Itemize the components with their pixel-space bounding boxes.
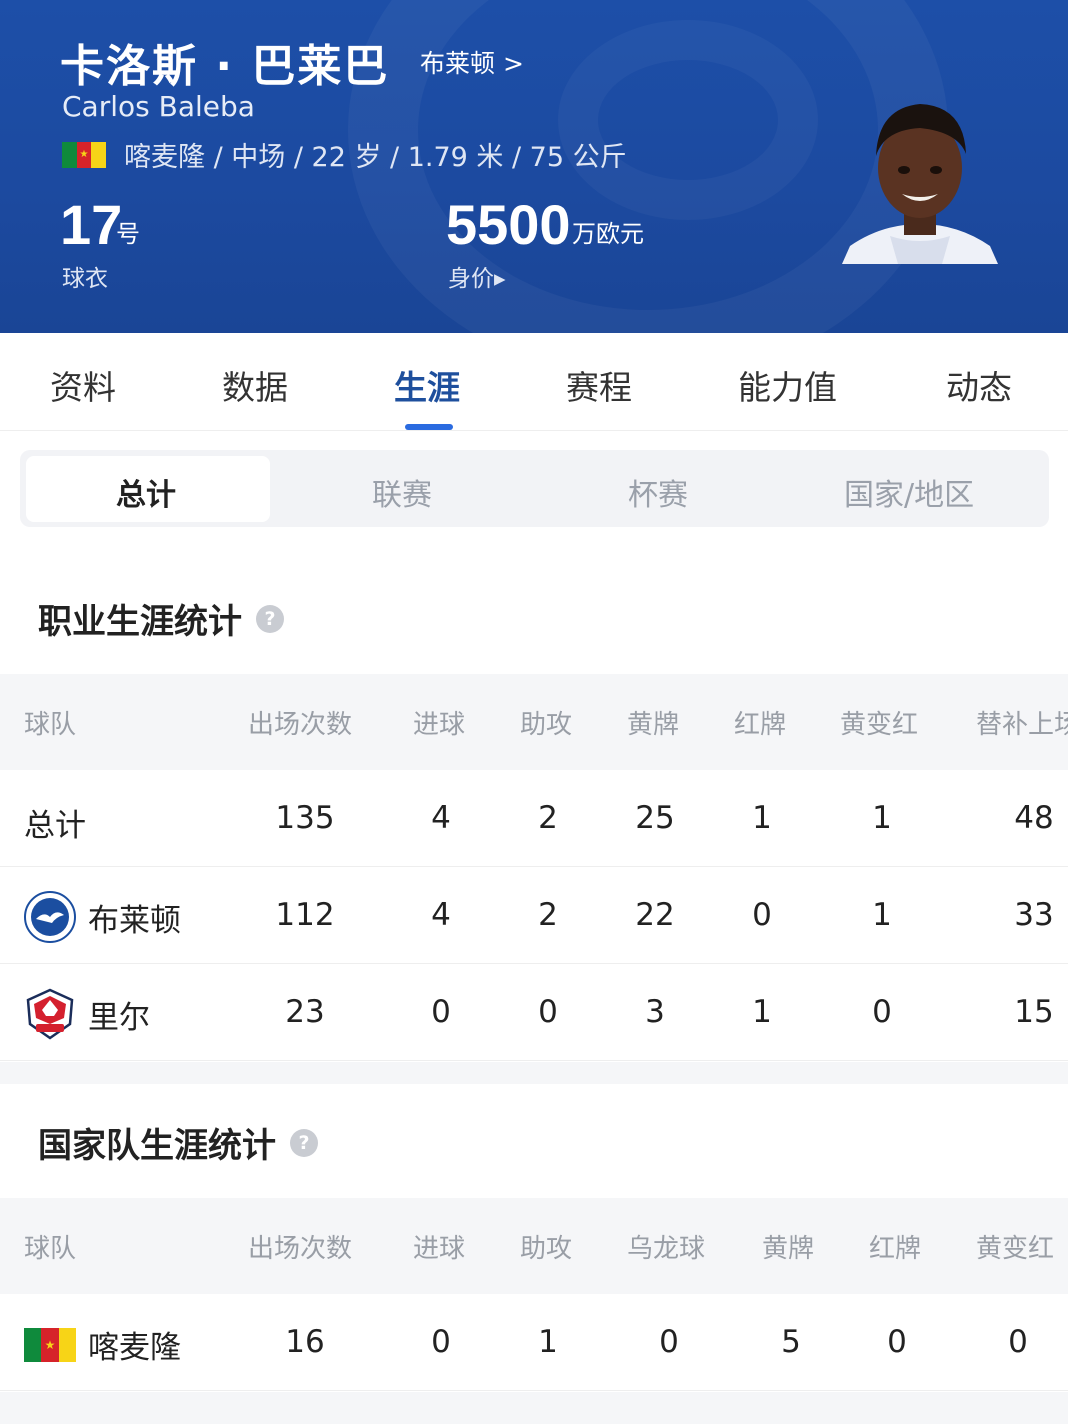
team-cell: 布莱顿 (24, 891, 181, 943)
col-appearances: 出场次数 (248, 710, 353, 740)
tab-schedule[interactable]: 赛程 (566, 361, 632, 409)
col-goals: 进球 (413, 710, 466, 740)
red-cards-value: 1 (752, 994, 772, 1030)
tab-bar: 资料 数据 生涯 赛程 能力值 动态 (0, 333, 1068, 431)
second-yellow-value: 1 (872, 800, 892, 836)
tab-career[interactable]: 生涯 (394, 361, 460, 409)
col-team: 球队 (24, 1234, 77, 1264)
second-yellow-value: 1 (872, 897, 892, 933)
sub-appearances-value: 48 (1014, 800, 1054, 836)
appearances-value: 16 (285, 1324, 325, 1360)
tab-ability[interactable]: 能力值 (738, 361, 837, 409)
player-name-cn: 卡洛斯 · 巴莱巴 (60, 41, 390, 92)
tab-data[interactable]: 数据 (222, 361, 288, 409)
appearances-value: 112 (275, 897, 335, 933)
segment-league[interactable]: 联赛 (372, 470, 432, 514)
col-assists: 助攻 (520, 1234, 573, 1264)
tab-news[interactable]: 动态 (946, 361, 1012, 409)
team-name: 总计 (24, 808, 86, 844)
assists-value: 1 (538, 1324, 558, 1360)
header-decoration (558, 20, 818, 220)
career-section-title: 职业生涯统计 ? (38, 594, 284, 643)
market-value-unit: 万欧元 (572, 220, 644, 248)
table-row[interactable]: ★ 喀麦隆 16 0 1 0 5 0 0 (0, 1294, 1068, 1391)
section-divider (0, 1062, 1068, 1084)
assists-value: 2 (538, 800, 558, 836)
col-second-yellow: 黄变红 (840, 710, 919, 740)
own-goals-value: 0 (659, 1324, 679, 1360)
career-table-header: 球队 出场次数 进球 助攻 黄牌 红牌 黄变红 替补上场 (0, 674, 1068, 770)
jersey-number: 17 (60, 193, 123, 256)
jersey-unit: 号 (116, 220, 140, 248)
market-value-link[interactable]: 身价▸ (448, 259, 506, 293)
segment-cup[interactable]: 杯赛 (628, 470, 688, 514)
cameroon-flag-icon: ★ (62, 141, 107, 168)
second-yellow-value: 0 (872, 994, 892, 1030)
player-name-en: Carlos Baleba (62, 90, 255, 123)
help-icon[interactable]: ? (256, 604, 284, 633)
yellow-cards-value: 25 (635, 800, 675, 836)
jersey-label: 球衣 (62, 266, 108, 292)
sub-appearances-value: 33 (1014, 897, 1054, 933)
player-header: 卡洛斯 · 巴莱巴 布莱顿 > Carlos Baleba ★ 喀麦隆 / 中场… (0, 0, 1068, 333)
table-row[interactable]: 总计 135 4 2 25 1 1 48 (0, 770, 1068, 867)
career-title-text: 职业生涯统计 (38, 602, 242, 642)
yellow-cards-value: 3 (645, 994, 665, 1030)
goals-value: 4 (431, 897, 451, 933)
national-title-text: 国家队生涯统计 (38, 1126, 276, 1166)
cameroon-flag-icon: ★ (24, 1327, 76, 1362)
red-cards-value: 0 (887, 1324, 907, 1360)
goals-value: 0 (431, 994, 451, 1030)
table-row[interactable]: 里尔 23 0 0 3 1 0 15 (0, 964, 1068, 1061)
team-cell: 里尔 (24, 988, 150, 1040)
segment-control: 总计 联赛 杯赛 国家/地区 (20, 450, 1049, 527)
segment-total[interactable]: 总计 (116, 470, 176, 514)
market-value: 5500 (446, 193, 571, 256)
player-info-text: 喀麦隆 / 中场 / 22 岁 / 1.79 米 / 75 公斤 (124, 142, 627, 173)
second-yellow-value: 0 (1008, 1324, 1028, 1360)
col-second-yellow: 黄变红 (976, 1234, 1055, 1264)
lille-crest-icon (26, 988, 74, 1040)
red-cards-value: 1 (752, 800, 772, 836)
player-info-line: ★ 喀麦隆 / 中场 / 22 岁 / 1.79 米 / 75 公斤 (62, 135, 627, 174)
brighton-crest-icon (24, 891, 76, 943)
col-yellow-cards: 黄牌 (627, 710, 680, 740)
national-section-title: 国家队生涯统计 ? (38, 1118, 318, 1167)
team-name: 布莱顿 (88, 902, 181, 939)
col-team: 球队 (24, 710, 77, 740)
national-table-header: 球队 出场次数 进球 助攻 乌龙球 黄牌 红牌 黄变红 (0, 1198, 1068, 1294)
goals-value: 0 (431, 1324, 451, 1360)
col-own-goals: 乌龙球 (627, 1234, 706, 1264)
table-row[interactable]: 布莱顿 112 4 2 22 0 1 33 (0, 867, 1068, 964)
appearances-value: 135 (275, 800, 335, 836)
col-red-cards: 红牌 (734, 710, 787, 740)
help-icon[interactable]: ? (290, 1128, 318, 1157)
team-name: 里尔 (88, 999, 150, 1036)
yellow-cards-value: 5 (781, 1324, 801, 1360)
assists-value: 2 (538, 897, 558, 933)
col-sub-appearances: 替补上场 (976, 710, 1068, 740)
club-link[interactable]: 布莱顿 > (420, 44, 524, 80)
red-cards-value: 0 (752, 897, 772, 933)
team-cell: ★ 喀麦隆 (24, 1322, 181, 1367)
sub-appearances-value: 15 (1014, 994, 1054, 1030)
col-appearances: 出场次数 (248, 1234, 353, 1264)
col-red-cards: 红牌 (869, 1234, 922, 1264)
appearances-value: 23 (285, 994, 325, 1030)
player-avatar (842, 96, 998, 264)
assists-value: 0 (538, 994, 558, 1030)
yellow-cards-value: 22 (635, 897, 675, 933)
team-name: 喀麦隆 (88, 1330, 181, 1366)
tab-profile[interactable]: 资料 (50, 361, 116, 409)
col-goals: 进球 (413, 1234, 466, 1264)
section-divider (0, 1392, 1068, 1424)
goals-value: 4 (431, 800, 451, 836)
segment-national[interactable]: 国家/地区 (844, 470, 974, 514)
col-yellow-cards: 黄牌 (762, 1234, 815, 1264)
active-tab-indicator (405, 424, 453, 430)
col-assists: 助攻 (520, 710, 573, 740)
